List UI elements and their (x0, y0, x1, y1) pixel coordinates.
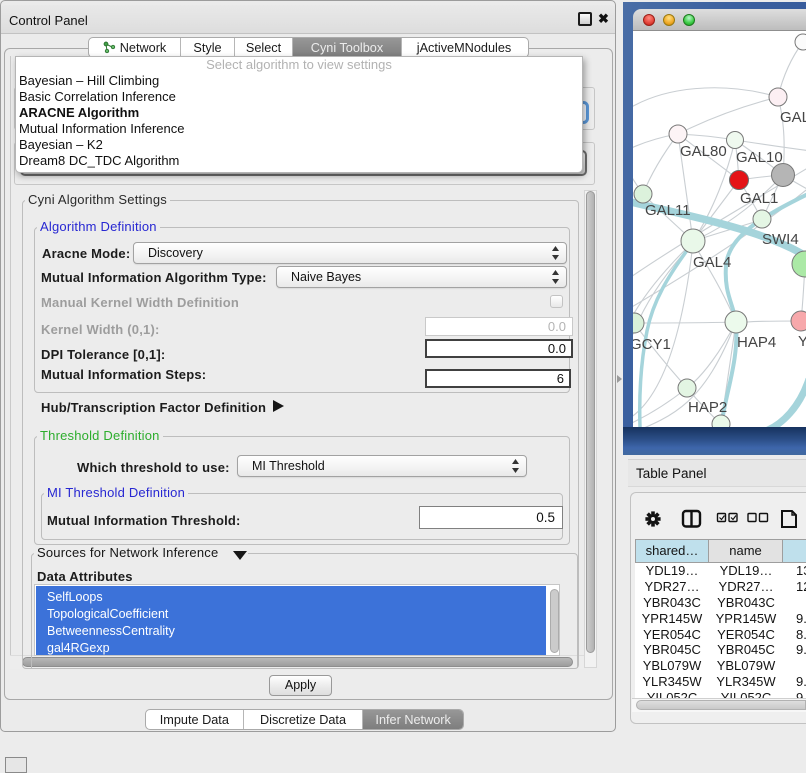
svg-text:GAL: GAL (780, 109, 806, 126)
svg-text:HAP4: HAP4 (737, 334, 776, 351)
svg-text:GAL80: GAL80 (680, 143, 727, 160)
svg-text:GAL10: GAL10 (736, 149, 783, 166)
svg-text:SWI4: SWI4 (762, 231, 799, 248)
svg-text:GAL4: GAL4 (693, 254, 731, 271)
svg-text:Y: Y (798, 333, 806, 350)
svg-text:HAP2: HAP2 (688, 399, 727, 416)
svg-text:GAL11: GAL11 (645, 202, 691, 219)
svg-text:GAL1: GAL1 (740, 190, 778, 207)
svg-text:GCY1: GCY1 (633, 336, 671, 353)
